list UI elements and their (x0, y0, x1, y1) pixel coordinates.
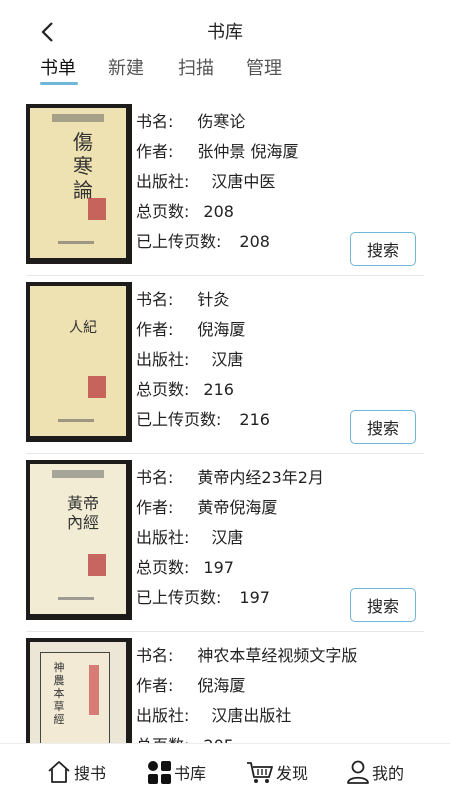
book-name: 针灸 (197, 290, 230, 309)
book-card[interactable]: 黃帝內經 书名: 黄帝内经23年2月 作者: 黄帝倪海厦 出版社: 汉唐 总页数: 19… (0, 454, 450, 632)
bottom-nav: 搜书 书库 发现 我的 (0, 743, 450, 800)
book-cover: 人紀 (26, 282, 132, 442)
nav-label: 搜书 (74, 764, 107, 783)
book-cover: 神農本草經 (26, 638, 132, 743)
total-pages-value: 205 (203, 736, 234, 743)
name-label: 书名: (136, 646, 174, 665)
cover-page: 神農本草經 (30, 642, 126, 743)
book-author: 张仲景 倪海厦 (197, 142, 299, 161)
active-tab-indicator (40, 82, 78, 85)
cover-page: 人紀 (30, 286, 126, 436)
tab-manage[interactable]: 管理 (246, 54, 282, 80)
cover-seal (88, 554, 106, 576)
author-label: 作者: (136, 142, 174, 161)
search-button[interactable]: 搜索 (350, 232, 416, 266)
book-card[interactable]: 人紀 书名: 针灸 作者: 倪海厦 出版社: 汉唐 总页数: 216 已上传页数: 216… (0, 276, 450, 454)
nav-discover[interactable]: 发现 (246, 758, 308, 786)
uploaded-pages-value: 197 (239, 588, 270, 607)
nav-label: 发现 (276, 764, 309, 783)
uploaded-pages-label: 已上传页数: (136, 232, 222, 251)
cover-seal (88, 198, 106, 220)
total-pages-label: 总页数: (136, 732, 189, 743)
cart-icon (247, 762, 273, 783)
book-author: 倪海厦 (197, 676, 246, 695)
tab-scan[interactable]: 扫描 (178, 54, 214, 80)
cover-page: 黃帝內經 (30, 464, 126, 614)
uploaded-pages-label: 已上传页数: (136, 588, 222, 607)
uploaded-pages-label: 已上传页数: (136, 410, 222, 429)
total-pages-value: 208 (203, 202, 234, 221)
book-name: 黄帝内经23年2月 (197, 468, 324, 487)
name-label: 书名: (136, 112, 174, 131)
header: 书库 (0, 0, 450, 58)
page-title: 书库 (207, 22, 243, 43)
cover-title: 人紀 (69, 320, 97, 336)
tab-bar: 书单 新建 扫描 管理 (0, 54, 450, 90)
name-label: 书名: (136, 290, 174, 309)
publisher-label: 出版社: (136, 350, 190, 369)
uploaded-pages-value: 208 (239, 232, 270, 251)
total-pages-value: 197 (203, 558, 234, 577)
publisher-label: 出版社: (136, 172, 190, 191)
book-publisher: 汉唐 (211, 350, 244, 369)
search-button[interactable]: 搜索 (350, 410, 416, 444)
book-publisher: 汉唐出版社 (211, 706, 292, 725)
cover-title: 黃帝內經 (66, 494, 99, 532)
nav-search-books[interactable]: 搜书 (46, 758, 106, 786)
tab-new[interactable]: 新建 (108, 54, 144, 80)
book-name: 伤寒论 (197, 112, 246, 131)
book-cover: 黃帝內經 (26, 460, 132, 620)
name-label: 书名: (136, 468, 174, 487)
search-button[interactable]: 搜索 (350, 588, 416, 622)
book-publisher: 汉唐中医 (211, 172, 276, 191)
author-label: 作者: (136, 320, 174, 339)
cover-frame: 神農本草經 (40, 652, 110, 743)
cover-page: 傷寒論 (30, 108, 126, 258)
nav-library[interactable]: 书库 (146, 758, 206, 786)
book-card[interactable]: 傷寒論 书名: 伤寒论 作者: 张仲景 倪海厦 出版社: 汉唐中医 总页数: 208 已… (0, 98, 450, 276)
nav-label: 书库 (174, 764, 207, 783)
cover-seal (89, 665, 99, 715)
uploaded-pages-value: 216 (239, 410, 270, 429)
book-name: 神农本草经视频文字版 (197, 646, 358, 665)
publisher-label: 出版社: (136, 706, 190, 725)
book-author: 黄帝倪海厦 (197, 498, 278, 517)
book-list[interactable]: 傷寒論 书名: 伤寒论 作者: 张仲景 倪海厦 出版社: 汉唐中医 总页数: 208 已… (0, 98, 450, 743)
total-pages-value: 216 (203, 380, 234, 399)
book-card[interactable]: 神農本草經 书名: 神农本草经视频文字版 作者: 倪海厦 出版社: 汉唐出版社 总页数… (0, 632, 450, 743)
total-pages-label: 总页数: (136, 202, 190, 221)
cover-title: 神農本草經 (53, 661, 65, 726)
total-pages-label: 总页数: (136, 380, 190, 399)
author-label: 作者: (136, 498, 174, 517)
nav-profile[interactable]: 我的 (346, 758, 404, 786)
person-icon (347, 760, 369, 784)
tab-book-list[interactable]: 书单 (40, 54, 76, 80)
cover-title: 傷寒論 (73, 130, 93, 202)
book-author: 倪海厦 (197, 320, 246, 339)
nav-label: 我的 (372, 764, 405, 783)
grid-icon (148, 761, 171, 784)
publisher-label: 出版社: (136, 528, 190, 547)
author-label: 作者: (136, 676, 174, 695)
book-cover: 傷寒論 (26, 104, 132, 264)
total-pages-label: 总页数: (136, 558, 190, 577)
home-icon (48, 761, 70, 783)
book-publisher: 汉唐 (211, 528, 244, 547)
cover-seal (88, 376, 106, 398)
